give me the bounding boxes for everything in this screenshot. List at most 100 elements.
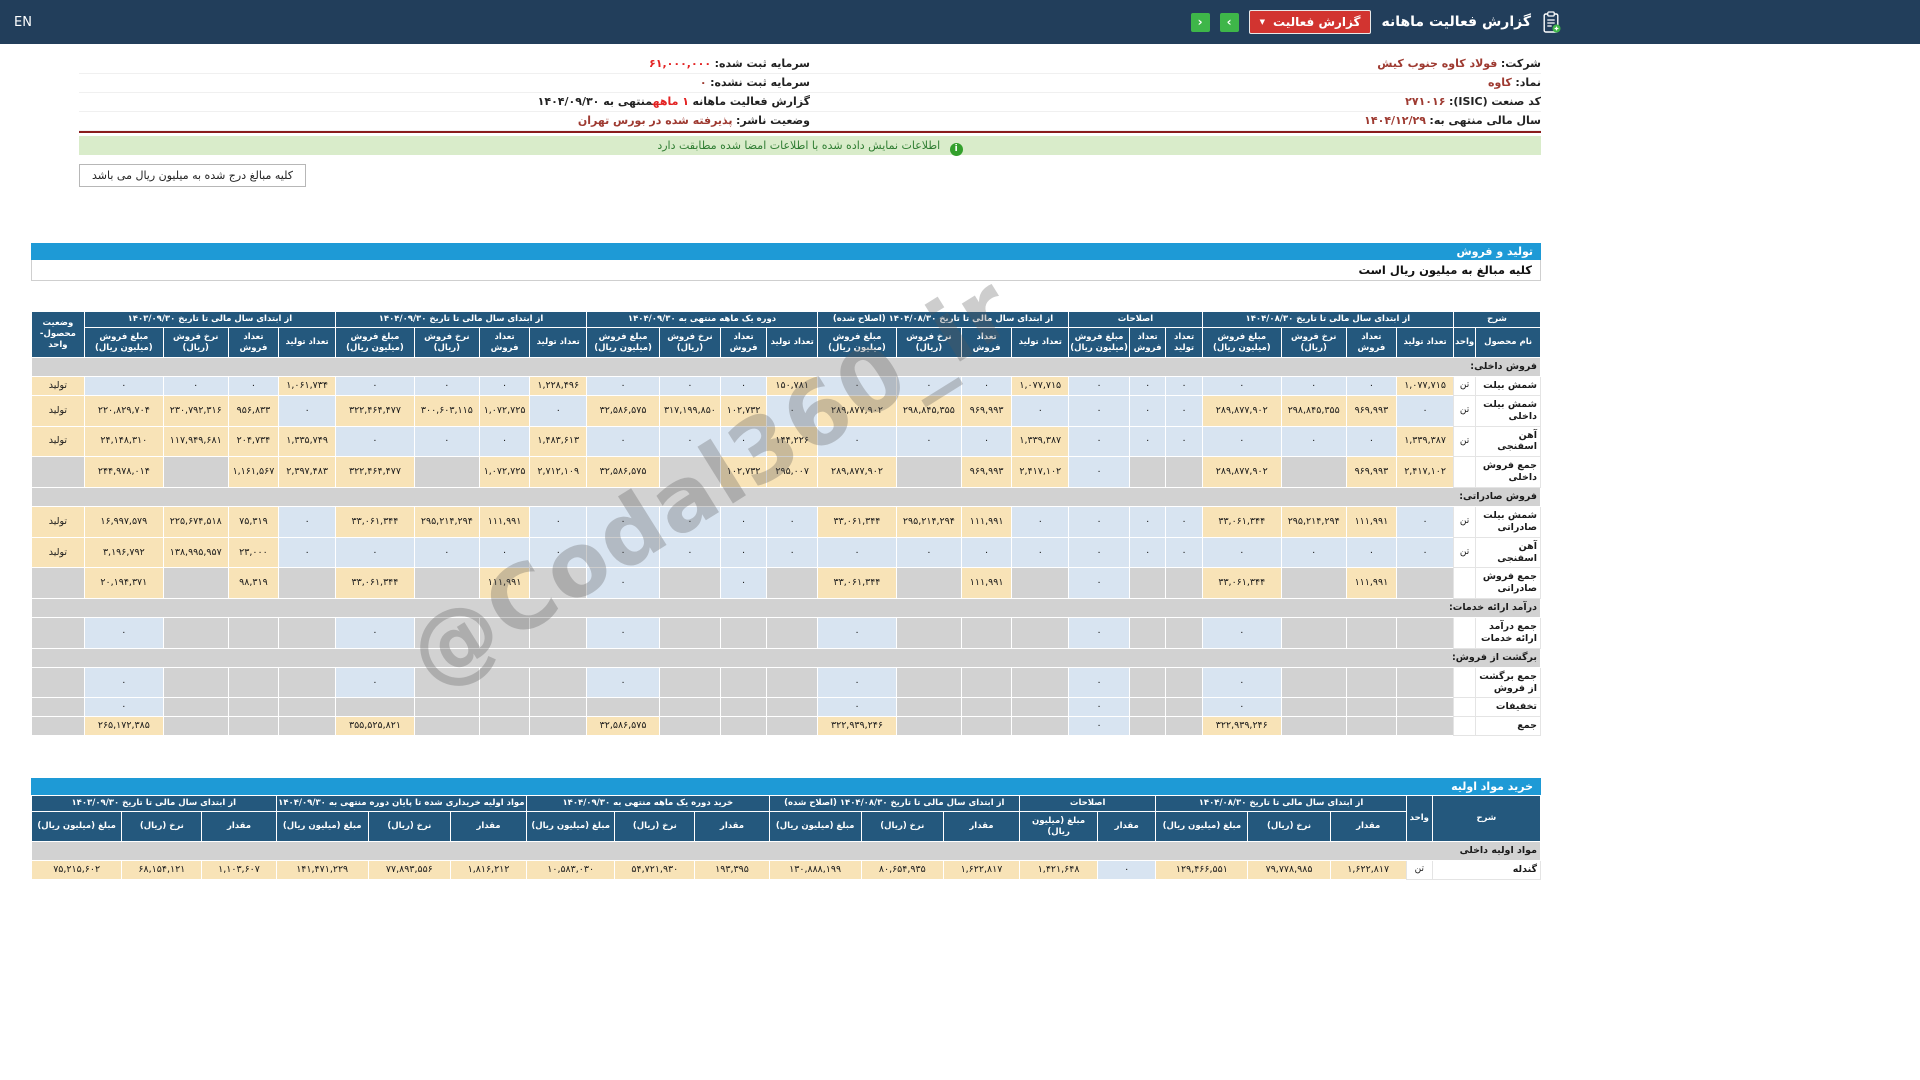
column-header: نرخ فروش (ریال) xyxy=(895,327,962,359)
report-period-row: گزارش فعالیت ماهانه ۱ ماههمنتهی به ۱۴۰۴/… xyxy=(79,93,810,112)
value-cell xyxy=(659,456,721,489)
value-cell: ۱۳۰,۸۸۸,۱۹۹ xyxy=(768,860,862,880)
value-cell xyxy=(586,697,661,718)
value-cell: ۰ xyxy=(895,536,962,569)
value-cell xyxy=(162,567,229,600)
column-header: مبلغ (میلیون ریال) xyxy=(30,811,123,843)
value-cell xyxy=(1280,456,1347,489)
table-row: آهن اسفنجی تن ۰ ۰ ۰ ۰ ۰ ۰ ۰ ۰ ۰ ۰ ۰ ۰ ۰ ۰ ۰ ۰ ۰ ۰ ۰ ۰ ۲۳,۰۰۰ ۱۳… xyxy=(31,536,1541,569)
value-cell: ۱۱۱,۹۹۱ xyxy=(478,567,531,600)
value-cell: ۰ xyxy=(1345,375,1398,396)
production-amounts-note: کلیه مبالغ به میلیون ریال است xyxy=(31,260,1541,281)
previous-report-button[interactable]: ‹ xyxy=(1190,12,1210,32)
value-cell: ۲,۴۱۷,۱۰۲ xyxy=(1396,456,1454,489)
value-cell: ۰ xyxy=(529,394,588,427)
status-cell xyxy=(31,456,85,489)
value-cell xyxy=(766,567,818,600)
company-name-link[interactable]: فولاد کاوه جنوب کیش xyxy=(1377,57,1497,70)
value-cell xyxy=(227,697,280,718)
value-cell: ۲۸۹,۸۷۷,۹۰۲ xyxy=(1201,394,1282,427)
section-header-production: تولید و فروش xyxy=(31,243,1541,260)
column-group-header: واحد xyxy=(1405,795,1433,843)
value-cell: ۰ xyxy=(766,505,818,538)
value-cell: ۰ xyxy=(1068,375,1130,396)
value-cell xyxy=(1011,617,1070,649)
value-cell: ۰ xyxy=(413,536,480,569)
value-cell xyxy=(895,617,962,649)
production-sales-table: شرح از ابتدای سال مالی تا تاریخ ۱۴۰۴/۰۸/۳… xyxy=(31,310,1542,737)
column-header: مبلغ (میلیون ریال) xyxy=(275,811,369,843)
company-row: شرکت: فولاد کاوه جنوب کیش xyxy=(810,55,1541,74)
value-cell: ۱۱۱,۹۹۱ xyxy=(960,505,1013,538)
value-cell xyxy=(1165,666,1203,699)
info-label: سرمایه ثبت شده: xyxy=(714,57,810,70)
column-group-header: اصلاحات xyxy=(1068,310,1203,329)
fiscal-year-value: ۱۴۰۴/۱۲/۲۹ xyxy=(1364,114,1426,127)
value-cell xyxy=(162,617,229,649)
value-cell xyxy=(227,666,280,699)
value-cell xyxy=(895,697,962,718)
column-header: نرخ (ریال) xyxy=(614,811,696,843)
next-report-button[interactable]: › xyxy=(1219,12,1239,32)
info-icon: i xyxy=(949,143,963,156)
value-cell: ۱,۸۱۶,۲۱۲ xyxy=(449,860,528,880)
value-cell: ۰ xyxy=(83,666,164,699)
value-cell: ۳۳,۰۶۱,۳۴۴ xyxy=(817,505,897,538)
value-cell xyxy=(659,617,721,649)
column-group-header: اصلاحات xyxy=(1019,795,1157,813)
table-row: جمع فروش صادراتی ۱۱۱,۹۹۱ ۳۳,۰۶۱,۳۴۴ ۰ ۱۱۱,۹۹… xyxy=(31,567,1541,600)
column-group-header: از ابتدای سال مالی تا تاریخ ۱۴۰۳/۰۹/۳۰ xyxy=(83,310,336,329)
group-row-label: درآمد ارائه خدمات: xyxy=(31,598,1541,619)
report-type-dropdown[interactable]: گزارش فعالیت ▼ xyxy=(1248,10,1372,34)
value-cell: ۹۶۹,۹۹۳ xyxy=(960,394,1013,427)
value-cell: ۹۶۹,۹۹۳ xyxy=(1345,456,1398,489)
value-cell: ۰ xyxy=(1201,697,1282,718)
company-info: شرکت: فولاد کاوه جنوب کیش نماد: کاوه کد … xyxy=(79,55,1541,133)
value-cell xyxy=(1165,716,1203,737)
row-label: تخفیفات xyxy=(1475,697,1541,718)
info-label: سرمایه ثبت نشده: xyxy=(710,76,810,89)
row-label: شمش بیلت صادراتی xyxy=(1475,505,1541,538)
value-cell xyxy=(1396,716,1454,737)
value-cell xyxy=(960,666,1013,699)
value-cell: ۵۴,۷۲۱,۹۳۰ xyxy=(614,860,696,880)
language-toggle[interactable]: EN xyxy=(14,15,32,30)
value-cell: ۱,۳۳۵,۷۴۹ xyxy=(278,425,336,458)
value-cell: ۰ xyxy=(278,536,336,569)
column-header: نرخ فروش (ریال) xyxy=(413,327,480,359)
column-group-header: وضعیت محصول-واحد xyxy=(31,310,85,359)
value-cell: ۱,۶۲۲,۸۱۷ xyxy=(1329,860,1407,880)
value-cell: ۱,۰۷۲,۷۲۵ xyxy=(478,394,531,427)
value-cell: ۱۴۴,۲۲۶ xyxy=(766,425,818,458)
value-cell: ۱۳۸,۹۹۵,۹۵۷ xyxy=(162,536,229,569)
row-label: جمع xyxy=(1475,716,1541,737)
value-cell xyxy=(659,716,721,737)
value-cell: ۲۹۸,۸۴۵,۳۵۵ xyxy=(895,394,962,427)
value-cell: ۱۱۷,۹۴۹,۶۸۱ xyxy=(162,425,229,458)
status-cell xyxy=(31,666,85,699)
row-label: آهن اسفنجی xyxy=(1475,425,1541,458)
value-cell: ۳۳,۰۶۱,۳۴۴ xyxy=(334,567,415,600)
value-cell: ۰ xyxy=(278,394,336,427)
value-cell xyxy=(1280,697,1347,718)
column-header: مقدار xyxy=(1097,811,1157,843)
status-cell: تولید xyxy=(31,375,85,396)
value-cell: ۰ xyxy=(478,536,531,569)
status-cell xyxy=(31,716,85,737)
value-cell: ۰ xyxy=(413,425,480,458)
value-cell xyxy=(162,697,229,718)
info-label: کد صنعت (ISIC): xyxy=(1448,95,1541,108)
amounts-note-box: کلیه مبالغ درج شده به میلیون ریال می باش… xyxy=(79,164,306,187)
value-cell: ۳۲۲,۴۶۴,۴۷۷ xyxy=(334,394,415,427)
value-cell xyxy=(960,716,1013,737)
value-cell: ۱۶,۹۹۷,۵۷۹ xyxy=(83,505,164,538)
value-cell xyxy=(1396,666,1454,699)
value-cell: ۰ xyxy=(1201,617,1282,649)
column-header: مبلغ (میلیون ریال) xyxy=(1155,811,1249,843)
value-cell xyxy=(278,567,336,600)
value-cell xyxy=(278,617,336,649)
value-cell: ۳,۱۹۶,۷۹۲ xyxy=(83,536,164,569)
column-header: تعداد تولید xyxy=(1396,327,1454,359)
column-header: مبلغ فروش (میلیون ریال) xyxy=(1201,327,1282,359)
value-cell xyxy=(278,716,336,737)
